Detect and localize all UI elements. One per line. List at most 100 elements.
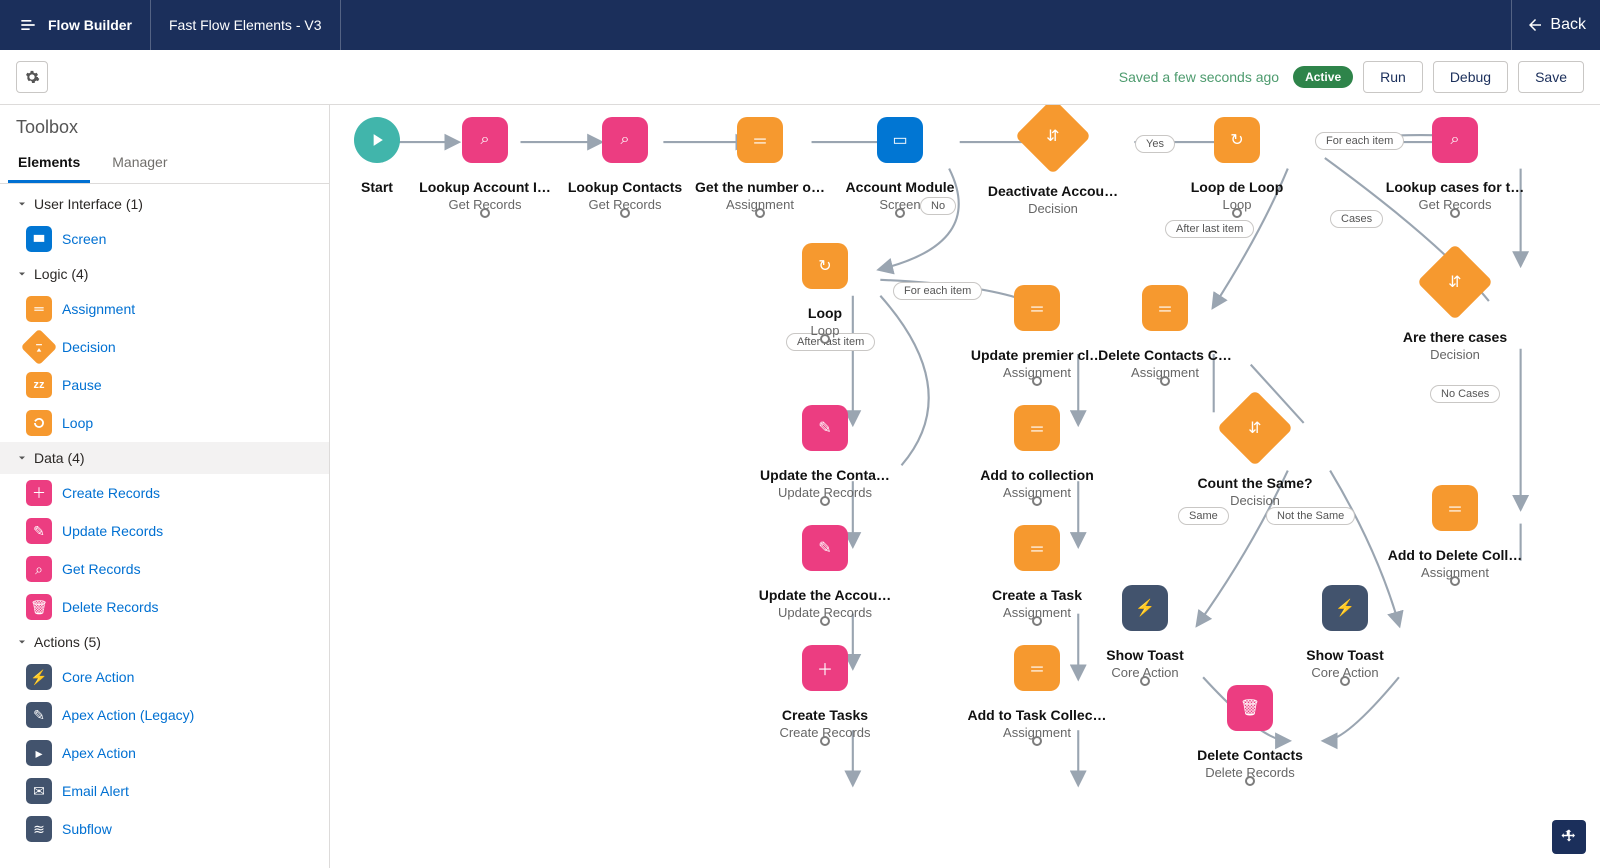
tab-manager[interactable]: Manager	[102, 144, 177, 183]
node-delete-contacts[interactable]: 🗑 Delete Contacts Delete Records	[1175, 685, 1325, 780]
decision-icon: ⇵	[1015, 105, 1091, 174]
sidebar-body: User Interface (1) Screen Logic (4) Assi…	[0, 184, 329, 868]
node-add-delete-coll[interactable]: ＝ Add to Delete Coll… Assignment	[1380, 485, 1530, 580]
gear-button[interactable]	[16, 61, 48, 93]
chevron-down-icon	[16, 636, 28, 648]
sidebar-item-decision[interactable]: Decision	[0, 328, 329, 366]
node-subtitle: Decision	[1230, 493, 1280, 508]
run-button[interactable]: Run	[1363, 61, 1423, 93]
assignment-icon: ＝	[1142, 285, 1188, 331]
node-account-module[interactable]: ▭ Account Module Screen	[825, 117, 975, 212]
pill-cases: Cases	[1330, 210, 1383, 228]
node-title: Show Toast	[1106, 647, 1184, 663]
loop-icon: ↻	[802, 243, 848, 289]
flow-name[interactable]: Fast Flow Elements - V3	[151, 0, 341, 50]
node-title: Update premier cl…	[971, 347, 1103, 363]
node-create-tasks[interactable]: ＋ Create Tasks Create Records	[750, 645, 900, 740]
sidebar-item-label: Loop	[62, 415, 93, 431]
sidebar-item-apex-legacy[interactable]: ✎ Apex Action (Legacy)	[0, 696, 329, 734]
delete-records-icon: 🗑	[26, 594, 52, 620]
pause-icon: zz	[26, 372, 52, 398]
get-records-icon: ⌕	[26, 556, 52, 582]
sidebar-item-label: Screen	[62, 231, 106, 247]
sidebar-item-assignment[interactable]: Assignment	[0, 290, 329, 328]
sidebar-tabs: Elements Manager	[0, 144, 329, 184]
node-title: Create a Task	[992, 587, 1082, 603]
sidebar-item-core-action[interactable]: ⚡ Core Action	[0, 658, 329, 696]
assignment-icon: ＝	[1014, 645, 1060, 691]
core-action-icon: ⚡	[26, 664, 52, 690]
pill-same: Same	[1178, 507, 1229, 525]
sidebar-item-label: Apex Action (Legacy)	[62, 707, 194, 723]
flow-builder-logo-icon	[18, 15, 38, 35]
sidebar-item-delete-records[interactable]: 🗑 Delete Records	[0, 588, 329, 626]
tab-elements[interactable]: Elements	[8, 144, 90, 183]
node-update-accou[interactable]: ✎ Update the Accou… Update Records	[750, 525, 900, 620]
core-action-icon: ⚡	[1122, 585, 1168, 631]
brand-cell[interactable]: Flow Builder	[0, 0, 151, 50]
active-status-pill: Active	[1293, 66, 1353, 88]
group-label-actions: Actions (5)	[34, 634, 101, 650]
node-title: Get the number o…	[695, 179, 825, 195]
node-loop-de-loop[interactable]: ↻ Loop de Loop Loop	[1162, 117, 1312, 212]
node-delete-contacts-c[interactable]: ＝ Delete Contacts C… Assignment	[1090, 285, 1240, 380]
node-update-conta[interactable]: ✎ Update the Conta… Update Records	[750, 405, 900, 500]
group-user-interface[interactable]: User Interface (1)	[0, 188, 329, 220]
node-lookup-cases[interactable]: ⌕ Lookup cases for t… Get Records	[1380, 117, 1530, 212]
node-lookup-account[interactable]: ⌕ Lookup Account I… Get Records	[410, 117, 560, 212]
sidebar-item-apex-action[interactable]: ▸ Apex Action	[0, 734, 329, 772]
group-logic[interactable]: Logic (4)	[0, 258, 329, 290]
node-title: Start	[361, 179, 393, 195]
back-button[interactable]: Back	[1511, 0, 1600, 50]
node-add-collection[interactable]: ＝ Add to collection Assignment	[962, 405, 1112, 500]
assignment-icon: ＝	[1014, 285, 1060, 331]
group-actions[interactable]: Actions (5)	[0, 626, 329, 658]
node-show-toast-2[interactable]: ⚡ Show Toast Core Action	[1270, 585, 1420, 680]
assignment-icon: ＝	[737, 117, 783, 163]
node-are-there-cases[interactable]: ⇵ Are there cases Decision	[1380, 255, 1530, 362]
create-records-icon: ＋	[26, 480, 52, 506]
node-count-same[interactable]: ⇵ Count the Same? Decision	[1180, 401, 1330, 508]
loop-icon	[26, 410, 52, 436]
sidebar-item-update-records[interactable]: ✎ Update Records	[0, 512, 329, 550]
node-title: Are there cases	[1403, 329, 1507, 345]
save-button[interactable]: Save	[1518, 61, 1584, 93]
node-title: Deactivate Accou…	[988, 183, 1118, 199]
saved-status: Saved a few seconds ago	[1119, 69, 1279, 85]
sidebar-item-label: Delete Records	[62, 599, 159, 615]
chevron-down-icon	[16, 268, 28, 280]
chevron-down-icon	[16, 452, 28, 464]
sidebar-item-create-records[interactable]: ＋ Create Records	[0, 474, 329, 512]
sidebar-item-loop[interactable]: Loop	[0, 404, 329, 442]
assignment-icon: ＝	[1432, 485, 1478, 531]
sidebar-item-label: Assignment	[62, 301, 135, 317]
sidebar-item-subflow[interactable]: ≋ Subflow	[0, 810, 329, 848]
assignment-icon	[26, 296, 52, 322]
node-add-task-collec[interactable]: ＝ Add to Task Collec… Assignment	[962, 645, 1112, 740]
group-label-logic: Logic (4)	[34, 266, 88, 282]
flow-canvas[interactable]: Yes No For each item For each item After…	[330, 105, 1600, 868]
node-title: Create Tasks	[782, 707, 868, 723]
sidebar-item-screen[interactable]: Screen	[0, 220, 329, 258]
sidebar-item-get-records[interactable]: ⌕ Get Records	[0, 550, 329, 588]
move-canvas-button[interactable]	[1552, 820, 1586, 854]
node-lookup-contacts[interactable]: ⌕ Lookup Contacts Get Records	[550, 117, 700, 212]
pill-not-same: Not the Same	[1266, 507, 1355, 525]
group-data[interactable]: Data (4)	[0, 442, 329, 474]
delete-records-icon: 🗑	[1227, 685, 1273, 731]
sidebar-item-label: Update Records	[62, 523, 163, 539]
assignment-icon: ＝	[1014, 525, 1060, 571]
sidebar-item-label: Decision	[62, 339, 116, 355]
node-title: Show Toast	[1306, 647, 1384, 663]
node-deactivate[interactable]: ⇵ Deactivate Accou… Decision	[978, 109, 1128, 216]
decision-icon: ⇵	[1417, 244, 1493, 320]
back-label: Back	[1550, 16, 1586, 34]
sidebar-item-label: Create Records	[62, 485, 160, 501]
node-get-number[interactable]: ＝ Get the number o… Assignment	[685, 117, 835, 212]
sidebar-item-email-alert[interactable]: ✉ Email Alert	[0, 772, 329, 810]
node-title: Account Module	[846, 179, 955, 195]
debug-button[interactable]: Debug	[1433, 61, 1508, 93]
create-records-icon: ＋	[802, 645, 848, 691]
node-loop[interactable]: ↻ Loop Loop	[750, 243, 900, 338]
sidebar-item-pause[interactable]: zz Pause	[0, 366, 329, 404]
